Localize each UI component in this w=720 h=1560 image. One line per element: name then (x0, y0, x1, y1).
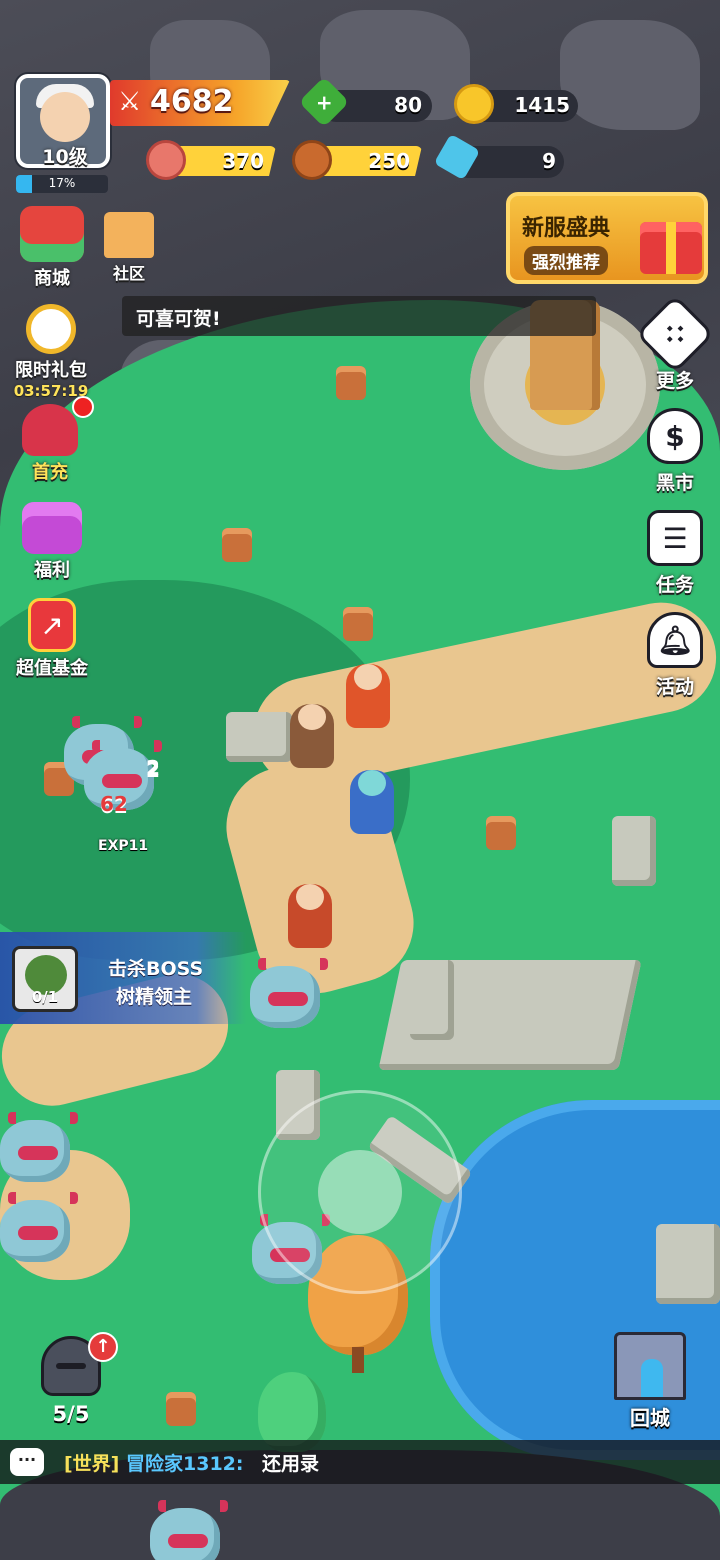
black-market-label: 黑市 (655, 472, 694, 494)
combat-power-value: 4682 (150, 84, 234, 119)
notification-toast: 可喜可贺! (122, 296, 596, 336)
limited-pack-button[interactable]: 限时礼包 03:57:19 (8, 304, 94, 400)
dice-icon: ⁘ (635, 294, 715, 374)
welfare-button[interactable]: 福利 (14, 502, 90, 582)
new-server-event-banner[interactable]: 新服盛典 强烈推荐 (506, 192, 708, 284)
stopwatch-icon (26, 304, 76, 354)
upgrade-arrow-icon: ↑ (88, 1332, 118, 1362)
tasks-label: 任务 (655, 574, 694, 596)
gold-value: 1415 (514, 93, 570, 117)
welfare-label: 福利 (34, 560, 70, 581)
chat-bar[interactable]: ··· [世界] 冒险家1312: 还用录 (0, 1440, 720, 1484)
castle-icon (614, 1332, 686, 1400)
joystick-knob[interactable] (318, 1150, 402, 1234)
black-market-button[interactable]: $ 黑市 (640, 408, 710, 495)
chat-bubble-icon[interactable]: ··· (10, 1448, 44, 1476)
list-icon: ☰ (647, 510, 703, 566)
chat-sender: 冒险家1312: (126, 1453, 244, 1475)
gift-box-icon (640, 222, 702, 274)
money-bag-icon: $ (647, 408, 703, 464)
tasks-button[interactable]: ☰ 任务 (640, 510, 710, 597)
event-banner-title: 新服盛典 (522, 216, 611, 241)
wood-value: 250 (368, 149, 410, 173)
events-label: 活动 (655, 676, 694, 698)
gold-coin-icon (454, 84, 494, 124)
boss-quest-tracker[interactable]: 0/1 击杀BOSS 树精领主 (0, 932, 246, 1024)
quest-progress: 0/1 (31, 988, 59, 1006)
green-gem-value: 80 (394, 93, 422, 117)
meat-value: 370 (222, 149, 264, 173)
fund-button[interactable]: ↗ 超值基金 (6, 598, 98, 680)
limited-pack-label: 限时礼包 (15, 360, 87, 381)
community-label: 社区 (112, 264, 145, 283)
crossed-swords-icon: ⚔ (118, 87, 142, 117)
more-label: 更多 (655, 370, 694, 392)
first-charge-label: 首充 (32, 462, 68, 483)
shop-label: 商城 (34, 268, 70, 289)
gift-box-icon (22, 502, 82, 554)
bell-icon: 🔔︎ (647, 612, 703, 668)
event-banner-subtitle: 强烈推荐 (524, 246, 608, 275)
avatar-face (40, 92, 90, 142)
warrior-girl-icon (22, 404, 78, 456)
xp-progress-bar: 17% (16, 175, 108, 193)
quest-target: 树精领主 (116, 986, 193, 1008)
fund-label: 超值基金 (16, 658, 88, 679)
return-city-label: 回城 (630, 1406, 670, 1430)
chat-message: 还用录 (262, 1453, 320, 1475)
squad-count: 5/5 (52, 1402, 90, 1426)
wood-log-icon (292, 140, 332, 180)
events-button[interactable]: 🔔︎ 活动 (640, 612, 710, 699)
shop-button[interactable]: 商城 (14, 206, 90, 290)
shop-stall-icon (20, 206, 84, 262)
player-level: 10级 (42, 146, 88, 168)
return-city-button[interactable]: 回城 (608, 1332, 692, 1431)
house-icon (104, 212, 154, 258)
xp-percent: 17% (48, 176, 76, 190)
quest-objective: 击杀BOSS (108, 958, 204, 980)
community-button[interactable]: 社区 (96, 212, 162, 284)
fund-chart-icon: ↗ (28, 598, 76, 652)
crystal-value: 9 (542, 149, 556, 173)
more-button[interactable]: ⁘ 更多 (635, 294, 715, 393)
chat-channel: [世界] (64, 1453, 120, 1475)
meat-icon (146, 140, 186, 180)
notification-dot (72, 396, 94, 418)
